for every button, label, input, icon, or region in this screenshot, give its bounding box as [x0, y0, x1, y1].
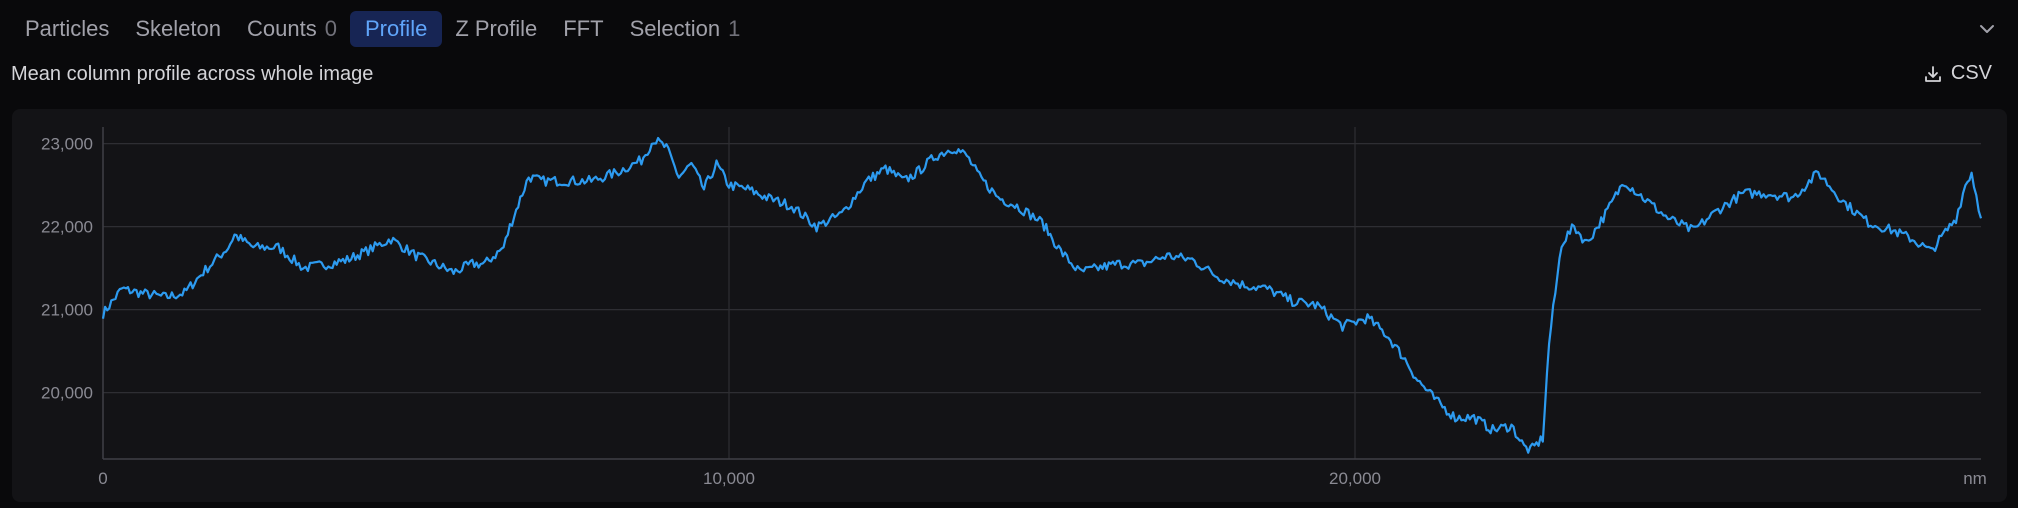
tab-fft[interactable]: FFT [550, 11, 616, 47]
collapse-button[interactable] [1974, 16, 2000, 42]
y-tick-label: 20,000 [41, 384, 93, 403]
profile-chart-panel: 20,000 21,000 22,000 23,000 0 10,000 20,000 nm [12, 109, 2007, 502]
profile-series-line [101, 136, 1983, 454]
csv-export-button[interactable]: CSV [1923, 62, 1992, 85]
tab-particles[interactable]: Particles [12, 11, 122, 47]
y-tick-label: 22,000 [41, 218, 93, 237]
x-tick-label: 10,000 [703, 469, 755, 488]
tab-z-profile[interactable]: Z Profile [442, 11, 550, 47]
tab-label: Particles [25, 16, 110, 41]
tab-count-badge: 1 [728, 16, 741, 41]
tab-label: FFT [563, 16, 604, 41]
tab-bar: Particles Skeleton Counts 0 Profile Z Pro… [12, 11, 753, 47]
tab-label: Counts [246, 16, 317, 41]
x-unit-label: nm [1963, 469, 1987, 488]
tab-selection[interactable]: Selection 1 [617, 11, 754, 47]
tab-counts[interactable]: Counts 0 [234, 11, 350, 47]
tab-label: Skeleton [135, 16, 221, 41]
profile-line-chart[interactable]: 20,000 21,000 22,000 23,000 0 10,000 20,000 nm [12, 109, 2007, 502]
download-icon [1924, 65, 1941, 82]
x-tick-label: 20,000 [1329, 469, 1381, 488]
chevron-down-icon [1980, 25, 1994, 33]
tab-label: Selection [629, 16, 721, 41]
tab-label: Z Profile [455, 16, 538, 41]
panel-subtitle: Mean column profile across whole image [11, 63, 374, 85]
x-tick-label: 0 [98, 469, 107, 488]
tab-label: Profile [364, 16, 428, 41]
tab-profile[interactable]: Profile [349, 11, 443, 47]
tab-skeleton[interactable]: Skeleton [122, 11, 234, 47]
y-tick-label: 21,000 [41, 301, 93, 320]
y-tick-label: 23,000 [41, 135, 93, 154]
tab-count-badge: 0 [324, 16, 337, 41]
csv-label: CSV [1950, 62, 1992, 84]
